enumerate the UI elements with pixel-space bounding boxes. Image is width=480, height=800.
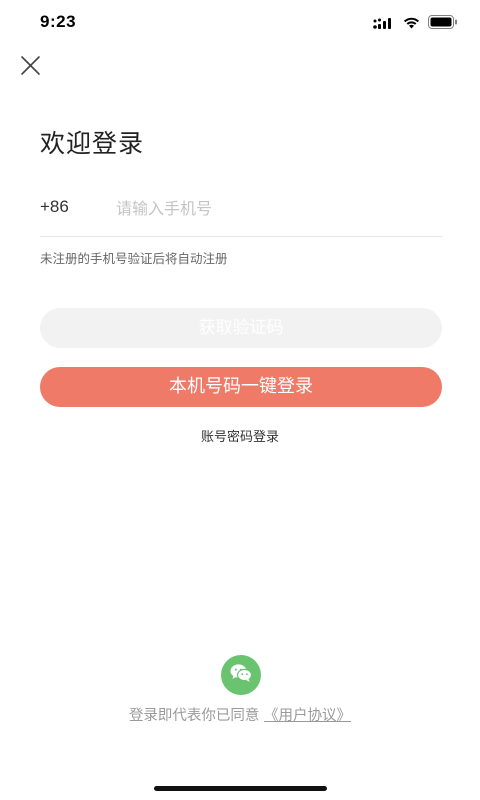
get-code-button[interactable]: 获取验证码: [40, 308, 442, 348]
one-key-login-button[interactable]: 本机号码一键登录: [40, 367, 442, 407]
close-icon: [18, 56, 44, 82]
battery-icon: [428, 14, 458, 33]
home-indicator: [154, 786, 327, 791]
wifi-icon: [403, 14, 420, 33]
status-bar: 9:23: [0, 0, 480, 44]
country-code-selector[interactable]: +86: [40, 197, 69, 217]
page-title: 欢迎登录: [40, 129, 145, 158]
close-button[interactable]: [18, 52, 44, 78]
user-agreement-link[interactable]: 《用户协议》: [264, 708, 351, 724]
status-icons: [373, 14, 458, 33]
cellular-signal-icon: [373, 14, 395, 33]
wechat-login-button[interactable]: [221, 655, 261, 695]
phone-input-row: +86: [40, 190, 442, 237]
password-login-link[interactable]: 账号密码登录: [0, 426, 480, 445]
agreement-prefix: 登录即代表你已同意: [128, 708, 260, 724]
status-time: 9:23: [40, 12, 77, 31]
auto-register-hint: 未注册的手机号验证后将自动注册: [40, 251, 228, 266]
wechat-icon: [229, 663, 253, 687]
agreement-text: 登录即代表你已同意 《用户协议》: [0, 704, 480, 725]
phone-number-input[interactable]: [116, 192, 436, 224]
